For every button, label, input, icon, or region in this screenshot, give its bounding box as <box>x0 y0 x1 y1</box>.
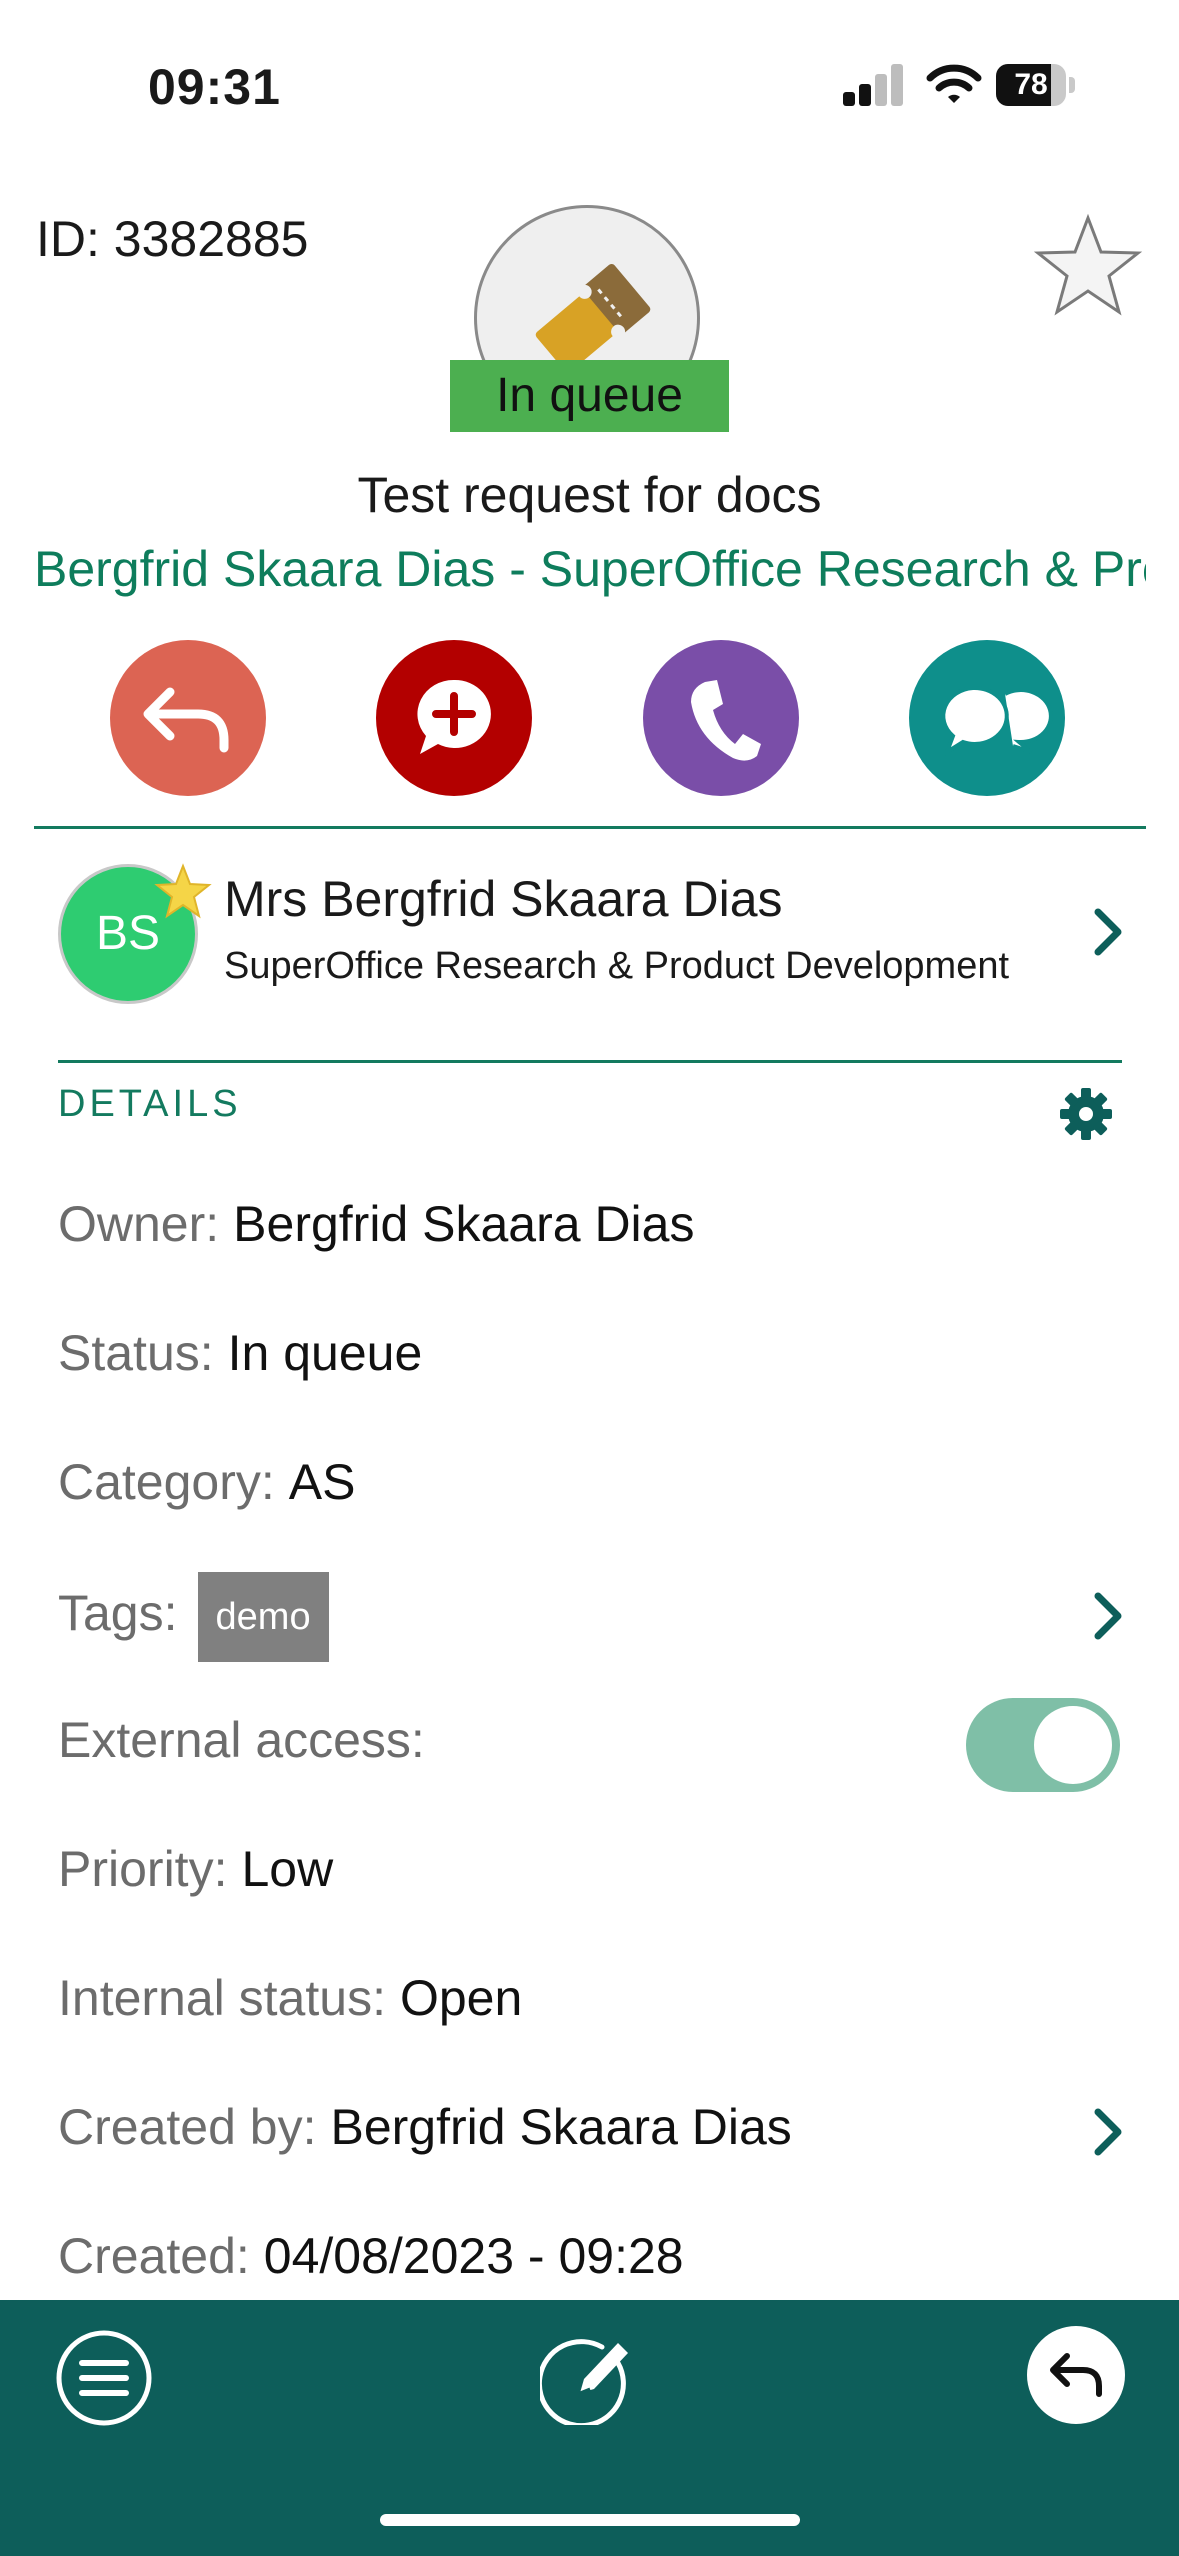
priority-value: Low <box>241 1841 334 1897</box>
contact-company: SuperOffice Research & Product Developme… <box>224 945 1010 987</box>
internal-status-label: Internal status: <box>58 1970 386 2026</box>
reply-icon <box>143 687 229 753</box>
toggle-knob <box>1034 1706 1112 1784</box>
reply-fab-button[interactable] <box>1027 2326 1125 2424</box>
add-message-button[interactable] <box>376 640 532 796</box>
status-badge: In queue <box>450 360 729 432</box>
external-access-row: External access: <box>58 1711 425 1769</box>
priority-label: Priority: <box>58 1841 228 1897</box>
internal-status-row: Internal status: Open <box>58 1969 522 2027</box>
created-label: Created: <box>58 2228 250 2284</box>
external-access-label: External access: <box>58 1712 425 1768</box>
phone-icon <box>691 680 761 761</box>
tags-row[interactable]: Tags: demo <box>58 1572 329 1662</box>
gear-icon[interactable] <box>1058 1086 1114 1142</box>
status-time: 09:31 <box>148 59 281 115</box>
category-row: Category: AS <box>58 1453 355 1511</box>
signal-icon <box>843 64 905 106</box>
contact-divider <box>58 1060 1122 1063</box>
owner-value: Bergfrid Skaara Dias <box>233 1196 695 1252</box>
category-value: AS <box>288 1454 356 1510</box>
chat-button[interactable] <box>909 640 1065 796</box>
tag-chip: demo <box>197 1572 329 1662</box>
category-label: Category: <box>58 1454 275 1510</box>
star-icon <box>154 863 212 919</box>
menu-icon[interactable] <box>54 2328 154 2428</box>
chevron-right-icon[interactable] <box>1090 2104 1126 2160</box>
home-indicator <box>380 2514 800 2526</box>
status-row: Status: In queue <box>58 1324 422 1382</box>
contact-name[interactable]: Mrs Bergfrid Skaara Dias <box>224 870 783 928</box>
reply-button[interactable] <box>110 640 266 796</box>
priority-row: Priority: Low <box>58 1840 333 1898</box>
battery-percent: 78 <box>1014 68 1048 101</box>
header-divider <box>34 826 1146 829</box>
internal-status-value: Open <box>399 1970 523 2026</box>
ticket-id: ID: 3382885 <box>36 211 309 267</box>
star-outline-icon[interactable] <box>1032 210 1144 322</box>
status-label: Status: <box>58 1325 214 1381</box>
external-access-toggle[interactable] <box>966 1698 1120 1792</box>
created-row: Created: 04/08/2023 - 09:28 <box>58 2227 684 2285</box>
owner-row: Owner: Bergfrid Skaara Dias <box>58 1195 694 1253</box>
status-value: In queue <box>227 1325 423 1381</box>
chevron-right-icon[interactable] <box>1090 1588 1126 1644</box>
tags-label: Tags: <box>58 1585 178 1642</box>
chat-icon <box>941 685 1053 757</box>
reply-icon <box>1050 2353 1102 2397</box>
call-button[interactable] <box>643 640 799 796</box>
contact-link[interactable]: Bergfrid Skaara Dias - SuperOffice Resea… <box>34 540 1146 598</box>
battery-icon: 78 <box>996 64 1076 106</box>
created-by-value: Bergfrid Skaara Dias <box>330 2099 792 2155</box>
chevron-right-icon[interactable] <box>1090 904 1126 960</box>
owner-label: Owner: <box>58 1196 220 1252</box>
page-title: Test request for docs <box>357 467 822 523</box>
created-by-row[interactable]: Created by: Bergfrid Skaara Dias <box>58 2098 792 2156</box>
edit-icon[interactable] <box>540 2325 640 2425</box>
details-section-label: DETAILS <box>58 1083 242 1125</box>
created-value: 04/08/2023 - 09:28 <box>263 2228 684 2284</box>
created-by-label: Created by: <box>58 2099 317 2155</box>
wifi-icon <box>926 64 982 103</box>
add-message-icon <box>417 679 491 754</box>
